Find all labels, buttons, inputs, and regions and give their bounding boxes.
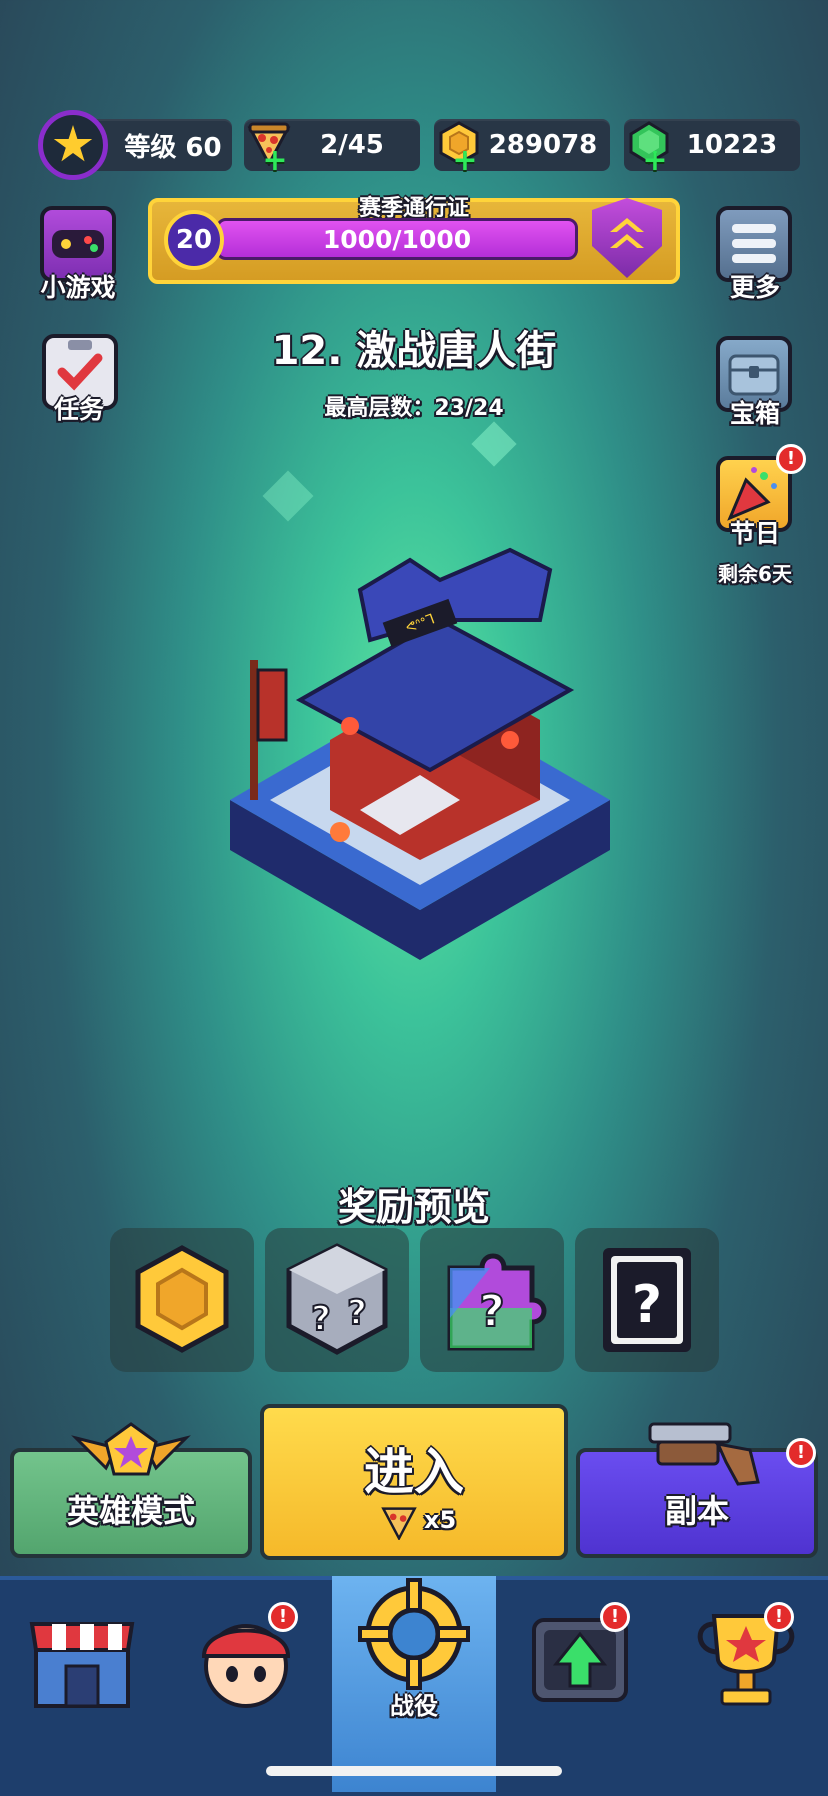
enter-cost: x5 <box>424 1506 457 1534</box>
stage-title: 12. 激战唐人街 <box>271 328 557 374</box>
level-ring[interactable] <box>38 110 108 180</box>
minigame-label: 小游戏 <box>40 273 116 302</box>
mystery-dice-icon: ? ? <box>286 1243 388 1355</box>
pizza-energy-value: 2/45 <box>320 130 384 160</box>
mystery-card-icon: ? <box>603 1248 691 1352</box>
pizza-icon <box>381 1507 417 1540</box>
add-pizza-icon[interactable]: + <box>262 146 288 176</box>
upgrade-alert-icon: ! <box>600 1602 630 1632</box>
reward-slot-puzzle[interactable]: ? <box>420 1228 564 1372</box>
festival-alert-icon: ! <box>776 444 806 474</box>
max-floors: 最高层数：23/24 <box>324 396 504 421</box>
reward-preview-title: 奖励预览 <box>337 1185 490 1229</box>
revolver-icon <box>648 1422 760 1486</box>
reward-slot-dice[interactable]: ? ? <box>265 1228 409 1372</box>
reward-slot-card[interactable]: ? <box>575 1228 719 1372</box>
nav-campaign[interactable] <box>354 1574 474 1694</box>
coins-value: 289078 <box>488 130 598 160</box>
festival-label: 节日 <box>729 519 780 548</box>
add-gems-icon[interactable]: + <box>642 146 668 176</box>
level-text: 等级 60 <box>124 132 222 163</box>
nav-shop[interactable] <box>22 1600 142 1720</box>
star-icon <box>53 125 93 162</box>
winged-star-badge-icon <box>71 1422 191 1476</box>
reward-slot-coin[interactable] <box>110 1228 254 1372</box>
puzzle-mark: ? <box>479 1286 505 1337</box>
season-pass-progress: 1000/1000 <box>216 218 578 260</box>
festival-remaining: 剩余6天 <box>718 562 792 586</box>
card-mark: ? <box>632 1275 662 1335</box>
dice-mark: ? <box>311 1299 331 1339</box>
coin-icon <box>135 1245 229 1353</box>
stage-island[interactable]: ᕙᐢᐤᒣ <box>210 510 630 970</box>
sparkle-decoration <box>471 421 517 467</box>
nav-campaign-label: 战役 <box>390 1692 438 1720</box>
hero-mode-label: 英雄模式 <box>66 1492 195 1530</box>
shop-icon <box>29 1622 135 1708</box>
enter-label: 进入 <box>364 1443 464 1501</box>
more-label: 更多 <box>729 273 780 302</box>
dungeon-label: 副本 <box>664 1492 729 1530</box>
enter-button[interactable]: 进入 x5 <box>260 1404 568 1560</box>
season-pass-level-value: 20 <box>175 225 213 255</box>
home-indicator <box>266 1766 562 1776</box>
gems-value: 10223 <box>686 130 778 160</box>
season-pass-progress-text: 1000/1000 <box>322 224 472 254</box>
dice-mark: ? <box>347 1293 367 1333</box>
campaign-icon <box>358 1578 470 1690</box>
trophy-alert-icon: ! <box>764 1602 794 1632</box>
add-coins-icon[interactable]: + <box>452 146 478 176</box>
season-pass-level: 20 <box>164 210 224 270</box>
mystery-puzzle-icon: ? <box>447 1253 547 1351</box>
hero-alert-icon: ! <box>268 1602 298 1632</box>
dungeon-alert-icon: ! <box>786 1438 816 1468</box>
